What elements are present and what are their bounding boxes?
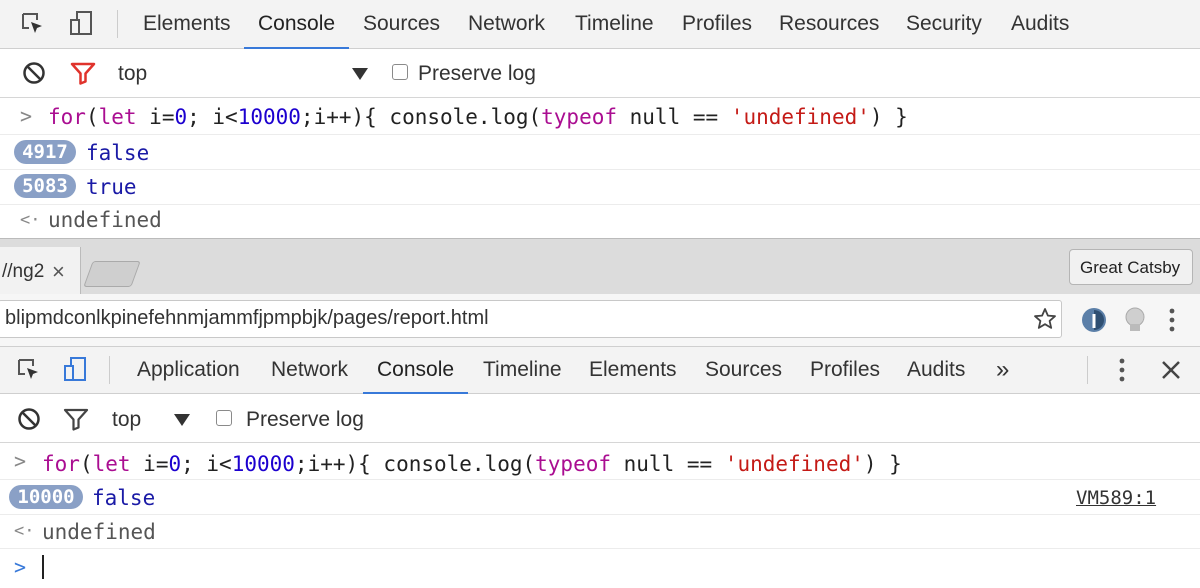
browser-tab[interactable]: //ng2 × xyxy=(0,247,81,295)
toolbar-divider xyxy=(1087,356,1088,384)
repeat-count-badge: 4917 xyxy=(14,140,76,164)
bottom-devtools-tabbar: Application Network Console Timeline Ele… xyxy=(0,347,1200,394)
extension-icon[interactable] xyxy=(1122,306,1148,339)
result-arrow-icon: <· xyxy=(20,210,41,230)
context-selector[interactable]: top xyxy=(118,62,147,86)
device-toolbar-icon[interactable] xyxy=(68,10,96,43)
profile-button[interactable]: Great Catsby xyxy=(1069,249,1193,285)
tab-sources[interactable]: Sources xyxy=(705,347,782,393)
tab-audits[interactable]: Audits xyxy=(1011,0,1069,48)
console-log-row: 4917 false xyxy=(0,135,1200,170)
source-link[interactable]: VM589:1 xyxy=(1076,487,1156,509)
chevron-right-icon: > xyxy=(14,449,27,473)
menu-kebab-icon[interactable] xyxy=(1168,308,1176,337)
tab-timeline[interactable]: Timeline xyxy=(575,0,654,48)
console-log-row: 5083 true xyxy=(0,170,1200,205)
browser-tab-strip: //ng2 × Great Catsby xyxy=(0,238,1200,295)
more-tabs-icon[interactable]: » xyxy=(996,347,1009,393)
clear-console-icon[interactable] xyxy=(22,61,46,90)
inspect-element-icon[interactable] xyxy=(16,357,42,388)
log-value: false xyxy=(86,141,150,165)
tab-sources[interactable]: Sources xyxy=(363,0,440,48)
result-value: undefined xyxy=(42,520,156,544)
context-selector[interactable]: top xyxy=(112,408,141,432)
repeat-count-badge: 5083 xyxy=(14,174,76,198)
top-devtools-tabbar: Elements Console Sources Network Timelin… xyxy=(0,0,1200,49)
console-input-line: > for(let i=0; i<10000;i++){ console.log… xyxy=(0,98,1200,135)
console-log-row: 10000 false VM589:1 xyxy=(0,480,1200,515)
device-toolbar-icon[interactable] xyxy=(62,356,90,389)
console-prompt-line[interactable]: > xyxy=(0,549,1200,588)
context-dropdown-icon[interactable] xyxy=(352,67,368,85)
browser-tab-title: //ng2 xyxy=(2,261,45,282)
console-input-line: > for(let i=0; i<10000;i++){ console.log… xyxy=(0,443,1200,480)
preserve-log-checkbox[interactable] xyxy=(216,410,232,426)
result-arrow-icon: <· xyxy=(14,521,35,541)
tab-elements[interactable]: Elements xyxy=(143,0,231,48)
repeat-count-badge: 10000 xyxy=(9,485,83,509)
context-dropdown-icon[interactable] xyxy=(174,413,190,431)
log-value: true xyxy=(86,175,137,199)
chevron-right-icon: > xyxy=(14,555,27,579)
preserve-log-checkbox[interactable] xyxy=(392,64,408,80)
console-result-row: <· undefined xyxy=(0,515,1200,549)
toolbar-divider xyxy=(109,356,110,384)
console-result-row: <· undefined xyxy=(0,205,1200,237)
clear-console-icon[interactable] xyxy=(17,407,41,436)
console-input-code: for(let i=0; i<10000;i++){ console.log(t… xyxy=(48,105,908,129)
tab-network[interactable]: Network xyxy=(271,347,348,393)
tab-network[interactable]: Network xyxy=(468,0,545,48)
address-bar-row: blipmdconlkpinefehnmjammfjpmpbjk/pages/r… xyxy=(0,294,1200,347)
new-tab-button[interactable] xyxy=(83,261,141,287)
filter-icon[interactable] xyxy=(63,407,89,436)
extension-icon[interactable] xyxy=(1080,306,1108,339)
toolbar-divider xyxy=(117,10,118,38)
tab-application[interactable]: Application xyxy=(137,347,240,393)
tab-resources[interactable]: Resources xyxy=(779,0,879,48)
url-text: blipmdconlkpinefehnmjammfjpmpbjk/pages/r… xyxy=(5,307,489,329)
top-console-filterbar: top Preserve log xyxy=(0,49,1200,98)
log-value: false xyxy=(92,486,156,510)
settings-kebab-icon[interactable] xyxy=(1118,358,1126,387)
tab-profiles[interactable]: Profiles xyxy=(682,0,752,48)
tab-security[interactable]: Security xyxy=(906,0,982,48)
profile-name: Great Catsby xyxy=(1080,258,1181,277)
close-icon[interactable]: × xyxy=(52,259,65,285)
tab-console[interactable]: Console xyxy=(362,347,469,394)
preserve-log-label: Preserve log xyxy=(246,408,364,431)
console-input-code: for(let i=0; i<10000;i++){ console.log(t… xyxy=(42,452,902,476)
star-icon[interactable] xyxy=(1033,307,1057,336)
result-value: undefined xyxy=(48,208,162,232)
bottom-console-filterbar: top Preserve log xyxy=(0,394,1200,443)
tab-elements[interactable]: Elements xyxy=(589,347,677,393)
chevron-right-icon: > xyxy=(20,104,33,128)
inspect-element-icon[interactable] xyxy=(20,11,46,42)
preserve-log-label: Preserve log xyxy=(418,62,536,85)
close-devtools-icon[interactable] xyxy=(1160,359,1182,386)
tab-timeline[interactable]: Timeline xyxy=(483,347,562,393)
tab-profiles[interactable]: Profiles xyxy=(810,347,880,393)
tab-audits[interactable]: Audits xyxy=(907,347,965,393)
filter-icon[interactable] xyxy=(70,61,96,90)
tab-console[interactable]: Console xyxy=(243,0,350,49)
url-input[interactable]: blipmdconlkpinefehnmjammfjpmpbjk/pages/r… xyxy=(0,300,1062,338)
text-cursor xyxy=(42,555,44,579)
